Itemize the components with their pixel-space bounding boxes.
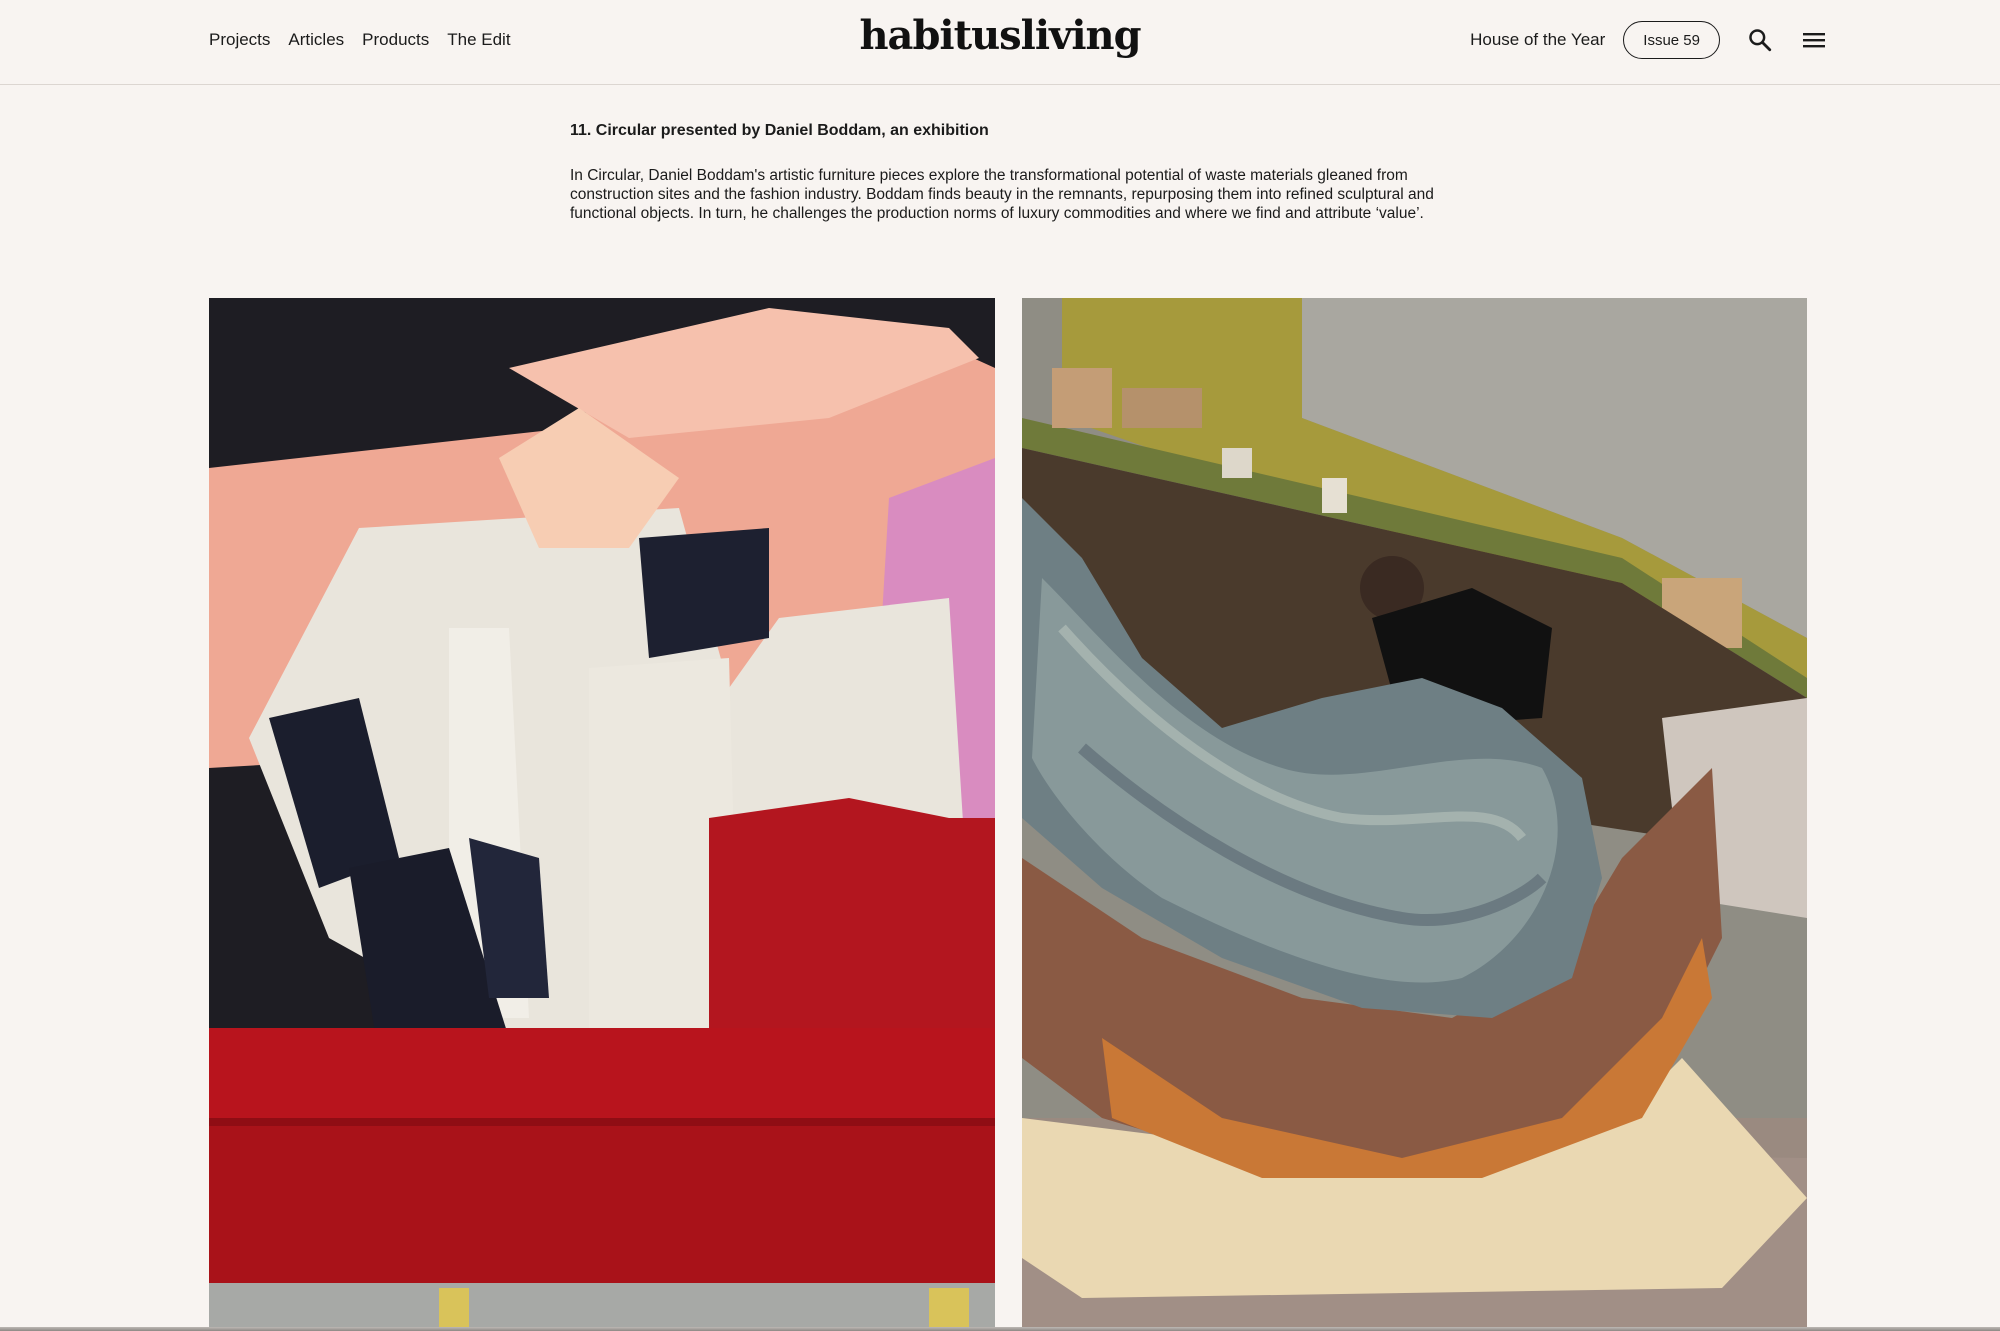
article-section: 11. Circular presented by Daniel Boddam,… [570, 120, 1450, 223]
section-body: In Circular, Daniel Boddam's artistic fu… [570, 167, 1434, 222]
window-bottom-edge [0, 1327, 2000, 1331]
house-of-the-year-link[interactable]: House of the Year [1470, 30, 1605, 50]
search-icon[interactable] [1744, 24, 1776, 56]
circular-photo-fabric-pile [209, 298, 995, 1328]
site-header: Projects Articles Products The Edit habi… [0, 0, 2000, 85]
section-heading: 11. Circular presented by Daniel Boddam,… [570, 122, 989, 139]
circular-photo-workshop [1022, 298, 1807, 1328]
issue-button[interactable]: Issue 59 [1623, 21, 1720, 59]
hamburger-menu-icon[interactable] [1798, 24, 1830, 56]
header-actions: House of the Year Issue 59 [1470, 0, 1830, 80]
